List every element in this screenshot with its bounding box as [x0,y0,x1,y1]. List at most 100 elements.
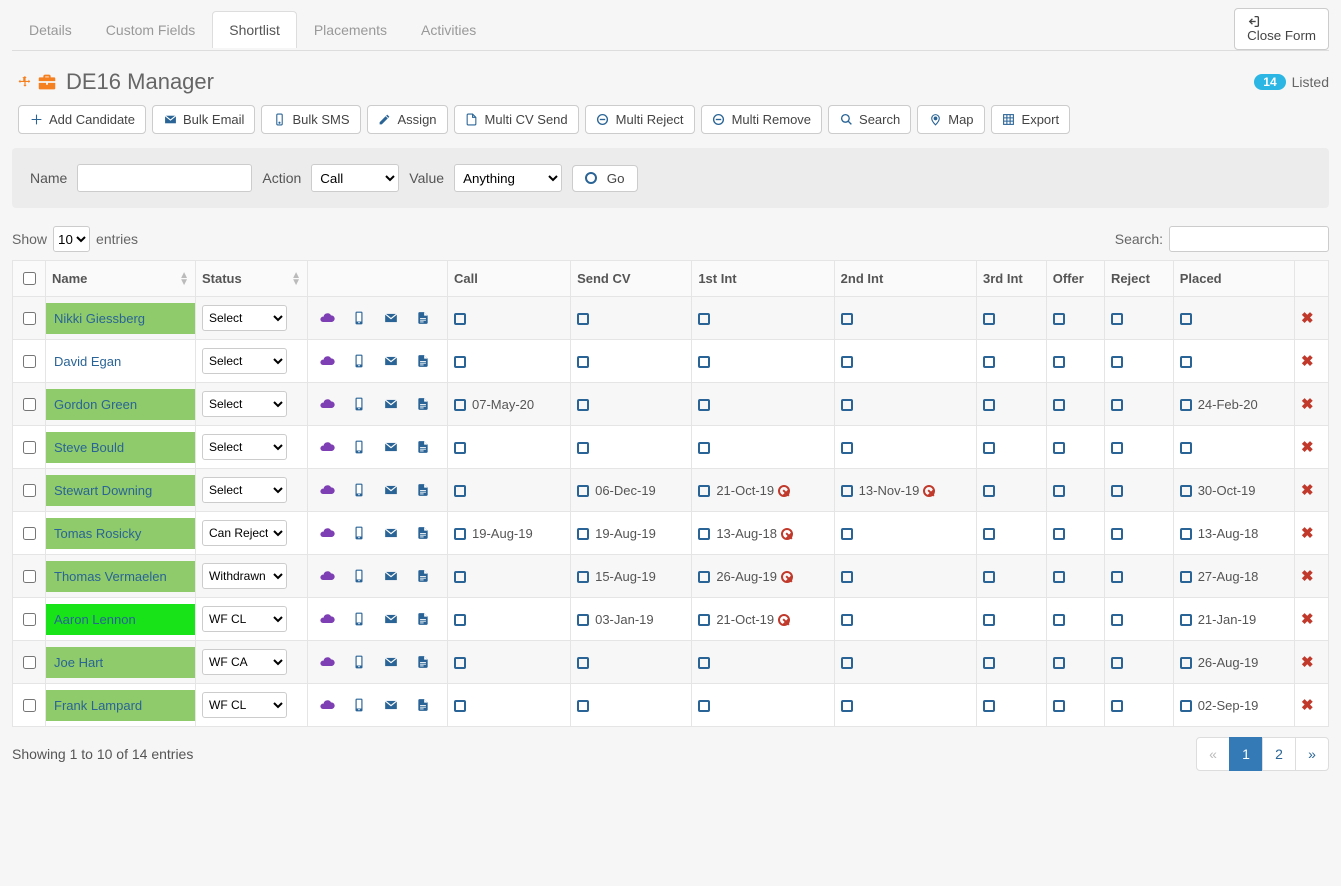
stage-toggle[interactable] [841,614,853,626]
stage-toggle[interactable] [698,700,710,712]
status-select[interactable]: Select [202,434,287,460]
stage-toggle[interactable] [1053,614,1065,626]
stage-toggle[interactable] [577,614,589,626]
mobile-icon[interactable] [352,696,366,714]
stage-toggle[interactable] [454,442,466,454]
stage-toggle[interactable] [577,657,589,669]
cloud-icon[interactable] [318,353,336,369]
stage-toggle[interactable] [983,614,995,626]
delete-row-icon[interactable]: ✖ [1301,525,1314,542]
document-icon[interactable] [416,352,430,370]
page-1[interactable]: 1 [1229,737,1263,771]
tab-details[interactable]: Details [12,11,89,48]
status-select[interactable]: Select [202,348,287,374]
document-icon[interactable] [416,696,430,714]
row-checkbox[interactable] [23,699,36,712]
multi-remove-button[interactable]: Multi Remove [701,105,822,134]
mail-icon[interactable] [382,655,400,669]
status-select[interactable]: Select [202,477,287,503]
stage-toggle[interactable] [1053,485,1065,497]
stage-toggle[interactable] [1180,356,1192,368]
stage-toggle[interactable] [1180,313,1192,325]
status-select[interactable]: Can Reject [202,520,287,546]
mail-icon[interactable] [382,354,400,368]
stage-toggle[interactable] [983,528,995,540]
bulk-email-button[interactable]: Bulk Email [152,105,255,134]
stage-toggle[interactable] [1180,614,1192,626]
document-icon[interactable] [416,309,430,327]
candidate-name-link[interactable]: Frank Lampard [46,690,195,721]
cancel-icon[interactable] [781,528,793,540]
cloud-icon[interactable] [318,439,336,455]
stage-toggle[interactable] [1053,399,1065,411]
candidate-name-link[interactable]: Tomas Rosicky [46,518,195,549]
stage-toggle[interactable] [1111,313,1123,325]
select-all-checkbox[interactable] [23,272,36,285]
cloud-icon[interactable] [318,611,336,627]
delete-row-icon[interactable]: ✖ [1301,568,1314,585]
delete-row-icon[interactable]: ✖ [1301,310,1314,327]
cloud-icon[interactable] [318,525,336,541]
stage-toggle[interactable] [841,399,853,411]
stage-toggle[interactable] [1180,485,1192,497]
table-search-input[interactable] [1169,226,1329,252]
stage-toggle[interactable] [1053,657,1065,669]
multi-cv-send-button[interactable]: Multi CV Send [454,105,579,134]
delete-row-icon[interactable]: ✖ [1301,482,1314,499]
stage-toggle[interactable] [698,657,710,669]
stage-toggle[interactable] [454,399,466,411]
mobile-icon[interactable] [352,395,366,413]
stage-toggle[interactable] [454,485,466,497]
multi-reject-button[interactable]: Multi Reject [585,105,695,134]
stage-toggle[interactable] [1180,571,1192,583]
search-button[interactable]: Search [828,105,911,134]
cloud-icon[interactable] [318,568,336,584]
stage-toggle[interactable] [1111,399,1123,411]
stage-toggle[interactable] [454,657,466,669]
document-icon[interactable] [416,610,430,628]
stage-toggle[interactable] [1053,528,1065,540]
cancel-icon[interactable] [778,614,790,626]
stage-toggle[interactable] [698,528,710,540]
stage-toggle[interactable] [1180,528,1192,540]
stage-toggle[interactable] [983,657,995,669]
candidate-name-link[interactable]: Joe Hart [46,647,195,678]
add-candidate-button[interactable]: Add Candidate [18,105,146,134]
stage-toggle[interactable] [577,356,589,368]
stage-toggle[interactable] [983,571,995,583]
status-select[interactable]: Withdrawn [202,563,287,589]
cloud-icon[interactable] [318,396,336,412]
stage-toggle[interactable] [1180,442,1192,454]
row-checkbox[interactable] [23,398,36,411]
mobile-icon[interactable] [352,352,366,370]
row-checkbox[interactable] [23,355,36,368]
stage-toggle[interactable] [454,571,466,583]
stage-toggle[interactable] [1053,356,1065,368]
export-button[interactable]: Export [991,105,1071,134]
candidate-name-link[interactable]: David Egan [46,346,195,377]
cancel-icon[interactable] [778,485,790,497]
stage-toggle[interactable] [454,528,466,540]
stage-toggle[interactable] [698,313,710,325]
stage-toggle[interactable] [841,657,853,669]
stage-toggle[interactable] [841,356,853,368]
mobile-icon[interactable] [352,610,366,628]
cloud-icon[interactable] [318,697,336,713]
stage-toggle[interactable] [577,399,589,411]
mail-icon[interactable] [382,569,400,583]
mobile-icon[interactable] [352,481,366,499]
stage-toggle[interactable] [1111,571,1123,583]
stage-toggle[interactable] [1180,399,1192,411]
stage-toggle[interactable] [577,571,589,583]
row-checkbox[interactable] [23,527,36,540]
stage-toggle[interactable] [841,700,853,712]
stage-toggle[interactable] [1053,700,1065,712]
stage-toggle[interactable] [1180,700,1192,712]
mobile-icon[interactable] [352,438,366,456]
stage-toggle[interactable] [698,614,710,626]
delete-row-icon[interactable]: ✖ [1301,654,1314,671]
col-status[interactable]: Status▲▼ [196,261,308,297]
document-icon[interactable] [416,395,430,413]
candidate-name-link[interactable]: Nikki Giessberg [46,303,195,334]
bulk-sms-button[interactable]: Bulk SMS [261,105,360,134]
